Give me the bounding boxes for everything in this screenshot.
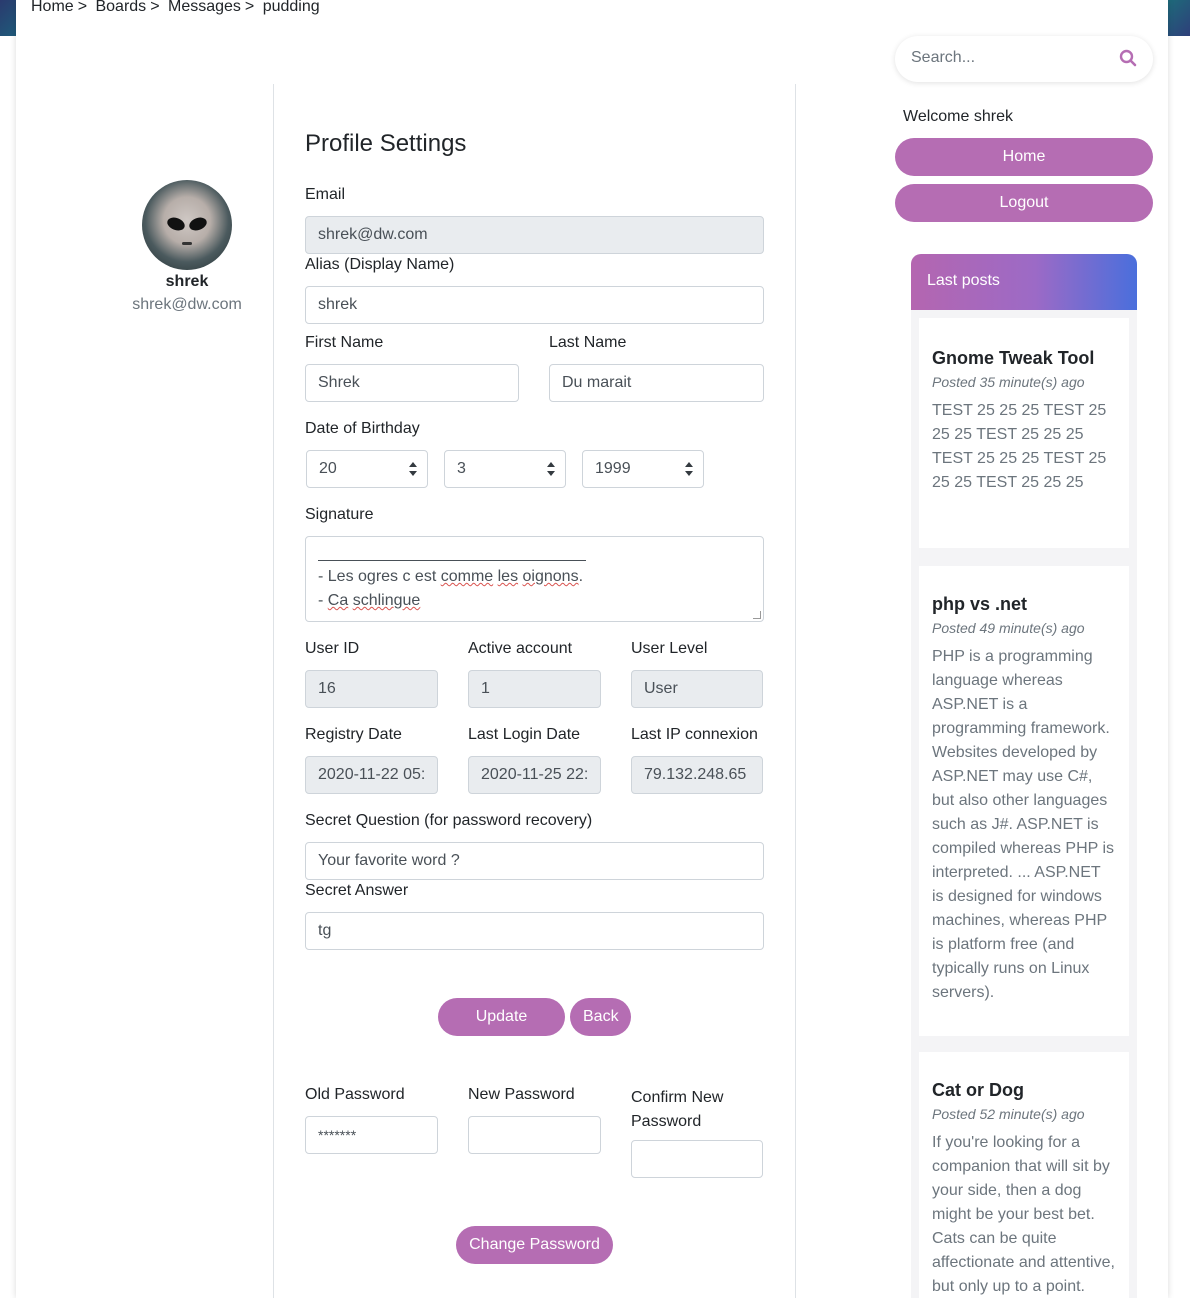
breadcrumb-boards[interactable]: Boards	[95, 0, 146, 15]
post-body: PHP is a programming language whereas AS…	[932, 648, 1115, 1001]
active-account-field[interactable]: 1	[468, 670, 601, 708]
search-box[interactable]: Search...	[895, 36, 1153, 82]
new-password-field[interactable]	[468, 1116, 601, 1154]
post-card[interactable]: Gnome Tweak Tool Posted 35 minute(s) ago…	[919, 318, 1129, 548]
search-input[interactable]: Search...	[911, 49, 975, 67]
resize-grip-icon[interactable]	[753, 611, 761, 619]
select-arrows-icon	[685, 462, 693, 476]
old-password-label: Old Password	[305, 1086, 405, 1103]
breadcrumb-current: pudding	[262, 0, 320, 15]
active-account-label: Active account	[468, 640, 573, 657]
breadcrumb-messages[interactable]: Messages	[168, 0, 241, 15]
last-login-label: Last Login Date	[468, 726, 581, 743]
post-time: Posted 49 minute(s) ago	[932, 620, 1085, 636]
signature-text: - Les ogres c est	[318, 568, 441, 585]
last-ip-field[interactable]: 79.132.248.65	[631, 756, 763, 794]
spellcheck-word: oignons	[522, 568, 579, 585]
post-body: TEST 25 25 25 TEST 25 25 25 TEST 25 25 2…	[932, 402, 1107, 491]
column-divider-right	[795, 84, 796, 1298]
page-title: Profile Settings	[305, 130, 467, 157]
post-card[interactable]: Cat or Dog Posted 52 minute(s) ago If yo…	[919, 1052, 1129, 1298]
last-posts-panel: Last posts Gnome Tweak Tool Posted 35 mi…	[911, 254, 1137, 1298]
email-label: Email	[305, 186, 346, 203]
last-ip-label: Last IP connexion	[631, 726, 758, 743]
secret-question-label: Secret Question (for password recovery)	[305, 812, 593, 829]
search-icon[interactable]	[1119, 49, 1137, 67]
signature-text: .	[578, 568, 584, 585]
select-arrows-icon	[547, 462, 555, 476]
avatar	[142, 180, 232, 270]
background-strip-right	[1168, 0, 1190, 36]
first-name-field[interactable]: Shrek	[305, 364, 519, 402]
secret-answer-field[interactable]: tg	[305, 912, 764, 950]
confirm-password-label-line: Password	[631, 1113, 702, 1130]
email-field[interactable]: shrek@dw.com	[305, 216, 764, 254]
avatar-mouth	[182, 242, 192, 245]
profile-email: shrek@dw.com	[132, 296, 242, 313]
confirm-password-label: Confirm New Password	[631, 1086, 723, 1134]
breadcrumb-separator: >	[244, 0, 255, 15]
secret-answer-label: Secret Answer	[305, 882, 409, 899]
signature-label: Signature	[305, 506, 374, 523]
secret-question-field[interactable]: Your favorite word ?	[305, 842, 764, 880]
breadcrumb-separator: >	[77, 0, 88, 15]
breadcrumb-separator: >	[150, 0, 160, 15]
user-level-label: User Level	[631, 640, 708, 657]
signature-rule	[318, 543, 586, 561]
signature-line-1: - Les ogres c est comme les oignons.	[318, 565, 751, 589]
select-arrows-icon	[409, 462, 417, 476]
last-posts-header: Last posts	[911, 254, 1137, 310]
background-strip-left	[0, 0, 16, 36]
birthday-day-value: 20	[319, 460, 337, 477]
user-id-label: User ID	[305, 640, 360, 657]
confirm-password-field[interactable]	[631, 1140, 763, 1178]
alias-label: Alias (Display Name)	[305, 256, 455, 273]
post-title[interactable]: Cat or Dog	[932, 1080, 1116, 1101]
birthday-month-value: 3	[457, 460, 466, 477]
spellcheck-word: Ca	[327, 592, 349, 609]
profile-name: shrek	[165, 273, 209, 290]
post-body: If you're looking for a companion that w…	[932, 1134, 1115, 1295]
birthday-day-select[interactable]: 20	[306, 450, 428, 488]
breadcrumb-home[interactable]: Home	[31, 0, 74, 15]
post-time: Posted 52 minute(s) ago	[932, 1106, 1085, 1122]
spellcheck-word: schlingue	[352, 592, 421, 609]
user-id-field[interactable]: 16	[305, 670, 438, 708]
first-name-label: First Name	[305, 334, 384, 351]
last-name-field[interactable]: Du marait	[549, 364, 764, 402]
user-level-field[interactable]: User	[631, 670, 763, 708]
column-divider-left	[273, 84, 274, 1298]
update-profile-button[interactable]: Update Profile	[438, 998, 565, 1063]
registry-date-label: Registry Date	[305, 726, 402, 743]
confirm-password-label-line: Confirm New	[631, 1089, 724, 1106]
post-title[interactable]: php vs .net	[932, 594, 1116, 615]
spellcheck-word: comme	[440, 568, 494, 585]
alias-field[interactable]: shrek	[305, 286, 764, 324]
signature-textarea[interactable]: - Les ogres c est comme les oignons. - C…	[305, 536, 764, 622]
back-button[interactable]: Back	[570, 998, 631, 1036]
avatar-eye-right	[187, 215, 209, 233]
birthday-year-value: 1999	[595, 460, 631, 477]
old-password-field[interactable]: *******	[305, 1116, 438, 1154]
breadcrumb: Home > Boards > Messages > pudding	[31, 0, 324, 16]
logout-button[interactable]: Logout	[895, 184, 1153, 222]
profile-summary: shrek shrek@dw.com	[130, 180, 244, 314]
birthday-year-select[interactable]: 1999	[582, 450, 704, 488]
post-card[interactable]: php vs .net Posted 49 minute(s) ago PHP …	[919, 566, 1129, 1036]
signature-line-2: - Ca schlingue	[318, 589, 751, 613]
birthday-label: Date of Birthday	[305, 420, 420, 437]
home-button[interactable]: Home	[895, 138, 1153, 176]
change-password-button[interactable]: Change Password	[456, 1226, 613, 1264]
registry-date-field[interactable]: 2020-11-22 05:	[305, 756, 438, 794]
post-time: Posted 35 minute(s) ago	[932, 374, 1085, 390]
avatar-eye-left	[165, 215, 187, 233]
post-title[interactable]: Gnome Tweak Tool	[932, 348, 1116, 369]
spellcheck-word: les	[497, 568, 519, 585]
birthday-month-select[interactable]: 3	[444, 450, 566, 488]
last-login-field[interactable]: 2020-11-25 22:	[468, 756, 601, 794]
signature-text: -	[318, 592, 328, 609]
welcome-text: Welcome shrek	[903, 108, 1013, 125]
new-password-label: New Password	[468, 1086, 575, 1103]
last-name-label: Last Name	[549, 334, 627, 351]
